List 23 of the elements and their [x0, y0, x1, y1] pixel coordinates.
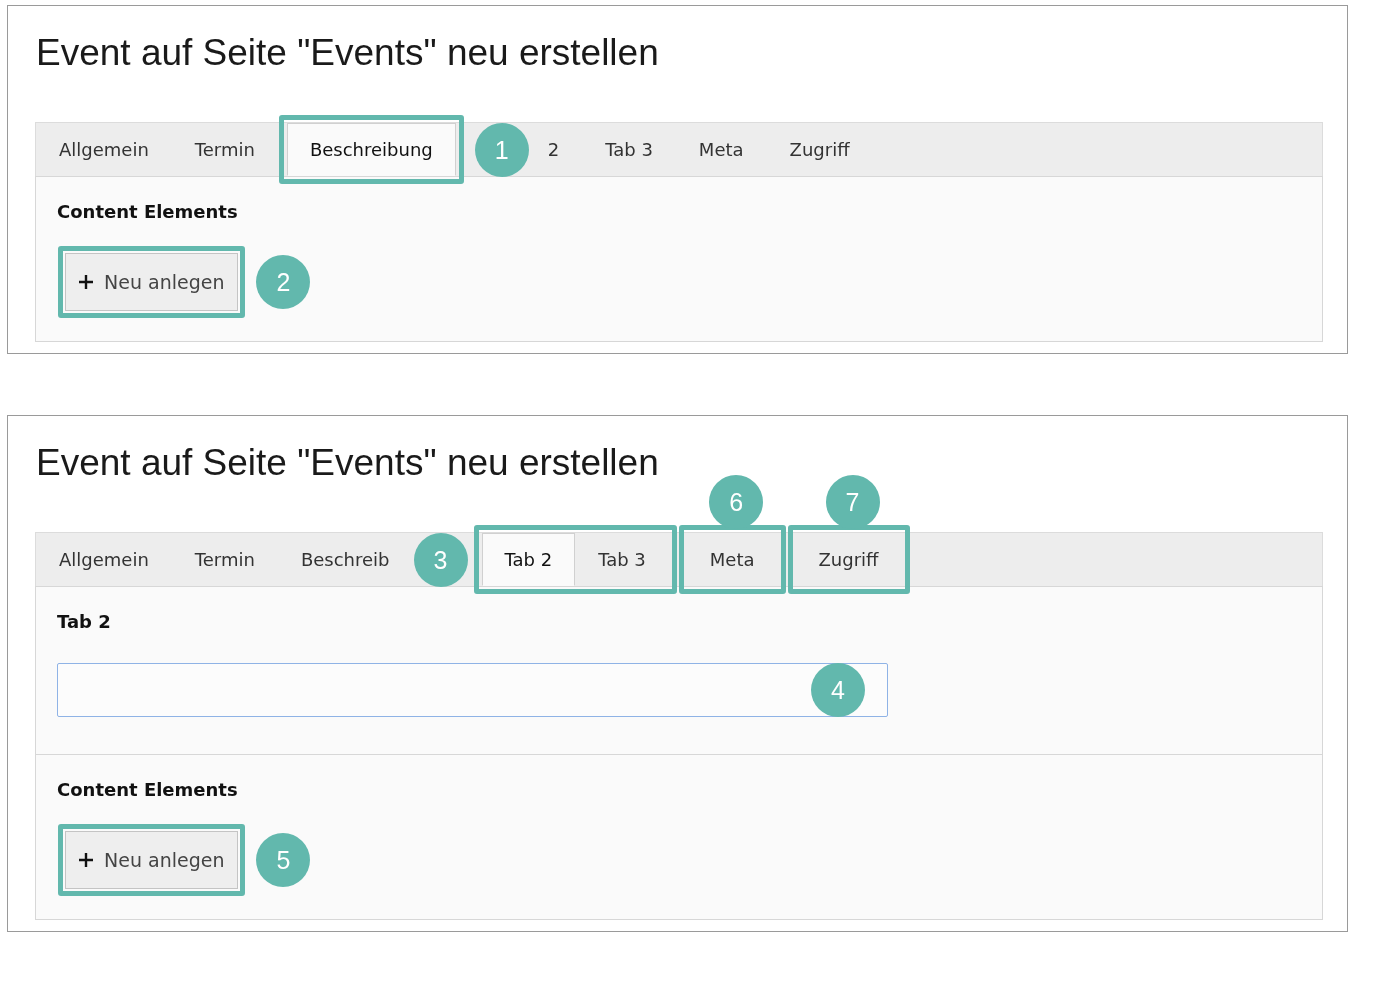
new-button[interactable]: Neu anlegen [65, 831, 239, 889]
text-field[interactable] [57, 663, 888, 717]
tab[interactable]: Tab 3 [575, 533, 669, 586]
tab[interactable]: Allgemein [36, 123, 172, 176]
page-title: Event auf Seite "Events" neu erstellen [36, 441, 659, 485]
tab[interactable]: Tab 3 [582, 123, 676, 176]
tab[interactable]: Zugriff [766, 123, 873, 176]
tab[interactable]: Tab 2 [481, 533, 576, 586]
tab[interactable]: Meta [675, 123, 767, 176]
section-heading: Content Elements [57, 200, 238, 224]
tab[interactable]: Allgemein [36, 533, 172, 586]
section-heading: Content Elements [57, 778, 238, 802]
tab[interactable]: Termin [171, 533, 278, 586]
tab[interactable]: Beschreibung [286, 123, 456, 176]
tab[interactable]: Beschreib [277, 533, 413, 586]
tab[interactable]: Meta [686, 533, 778, 586]
tab[interactable]: Zugriff [795, 533, 902, 586]
page-title: Event auf Seite "Events" neu erstellen [36, 31, 659, 75]
section-heading: Tab 2 [57, 610, 111, 634]
plus-icon [78, 274, 94, 290]
new-button[interactable]: Neu anlegen [65, 253, 239, 311]
tab[interactable]: Termin [171, 123, 278, 176]
plus-icon [78, 852, 94, 868]
